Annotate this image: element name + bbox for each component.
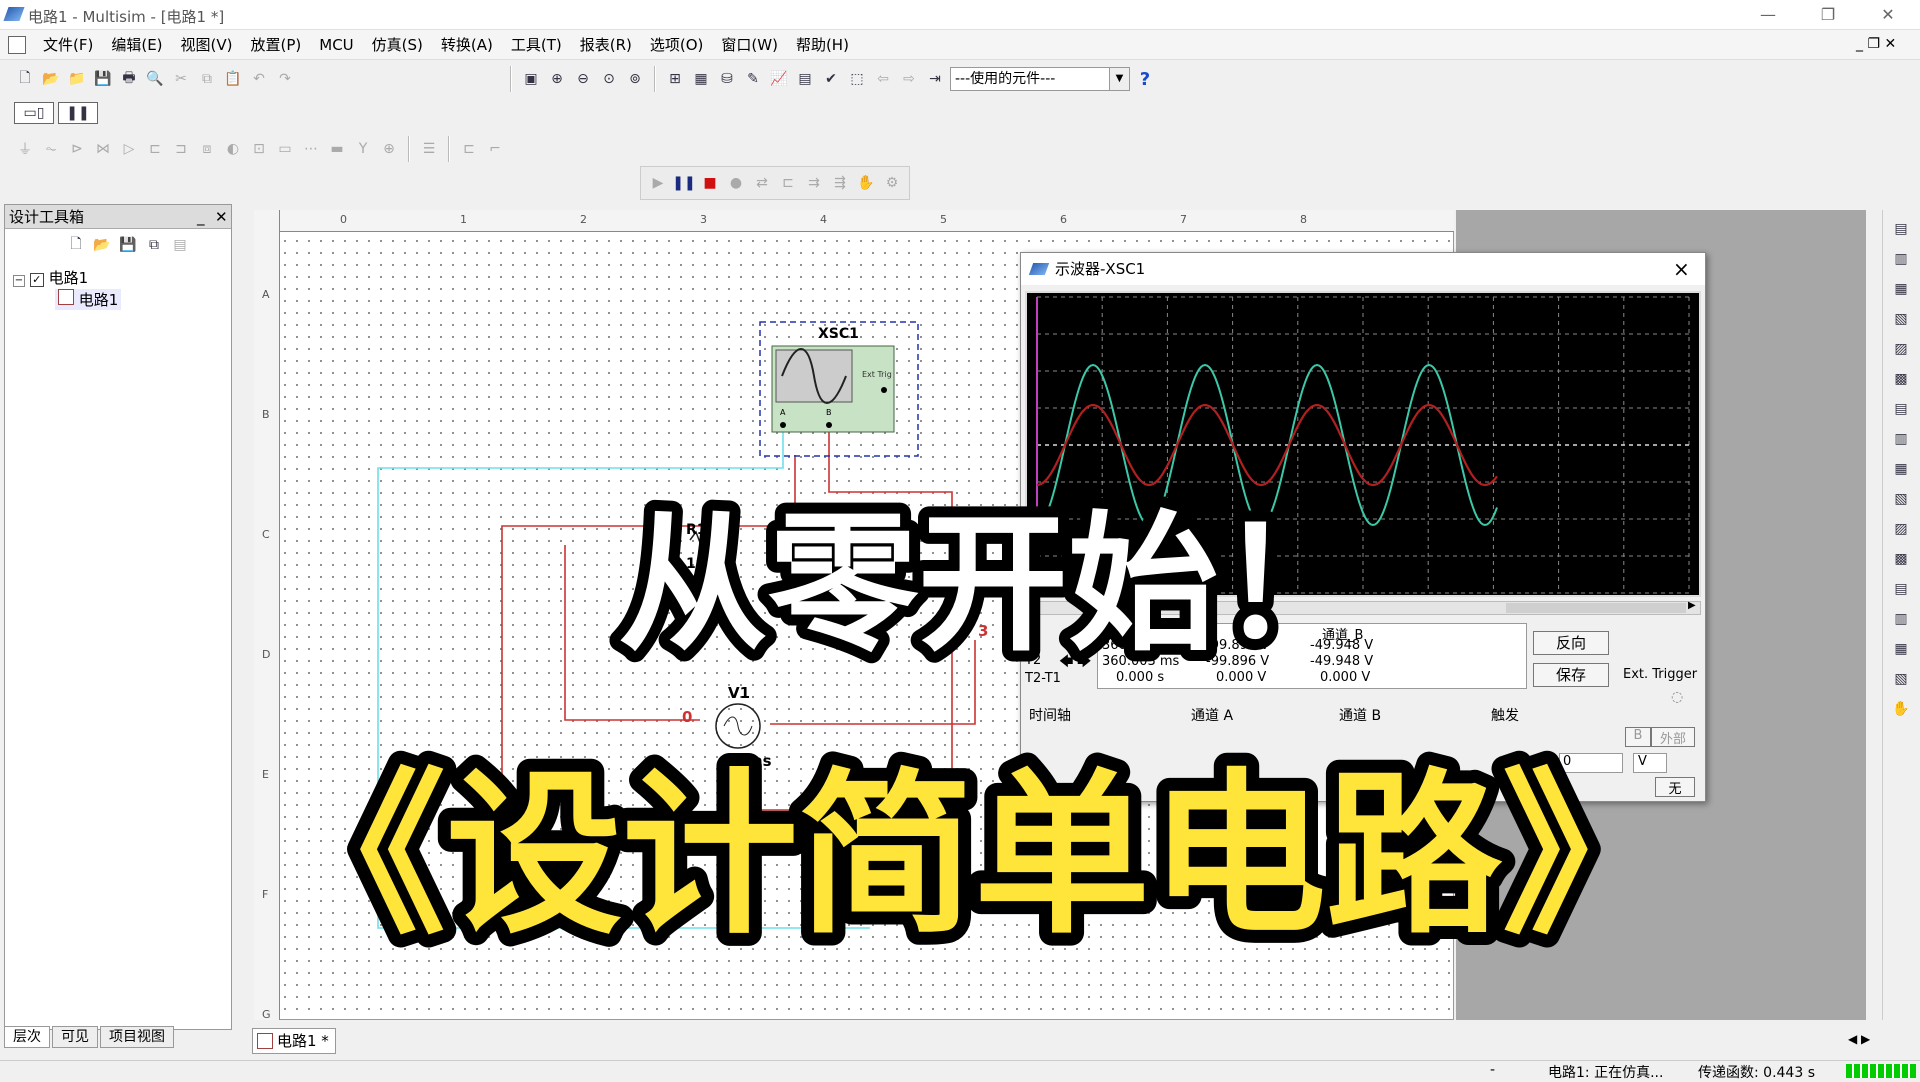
overlay-line-1: 从零开始！ [618,498,1368,672]
video-title-overlay: 从零开始！ 《设计简单电路》 [257,487,1691,971]
overlay-line-2: 《设计简单电路》 [270,753,1678,958]
